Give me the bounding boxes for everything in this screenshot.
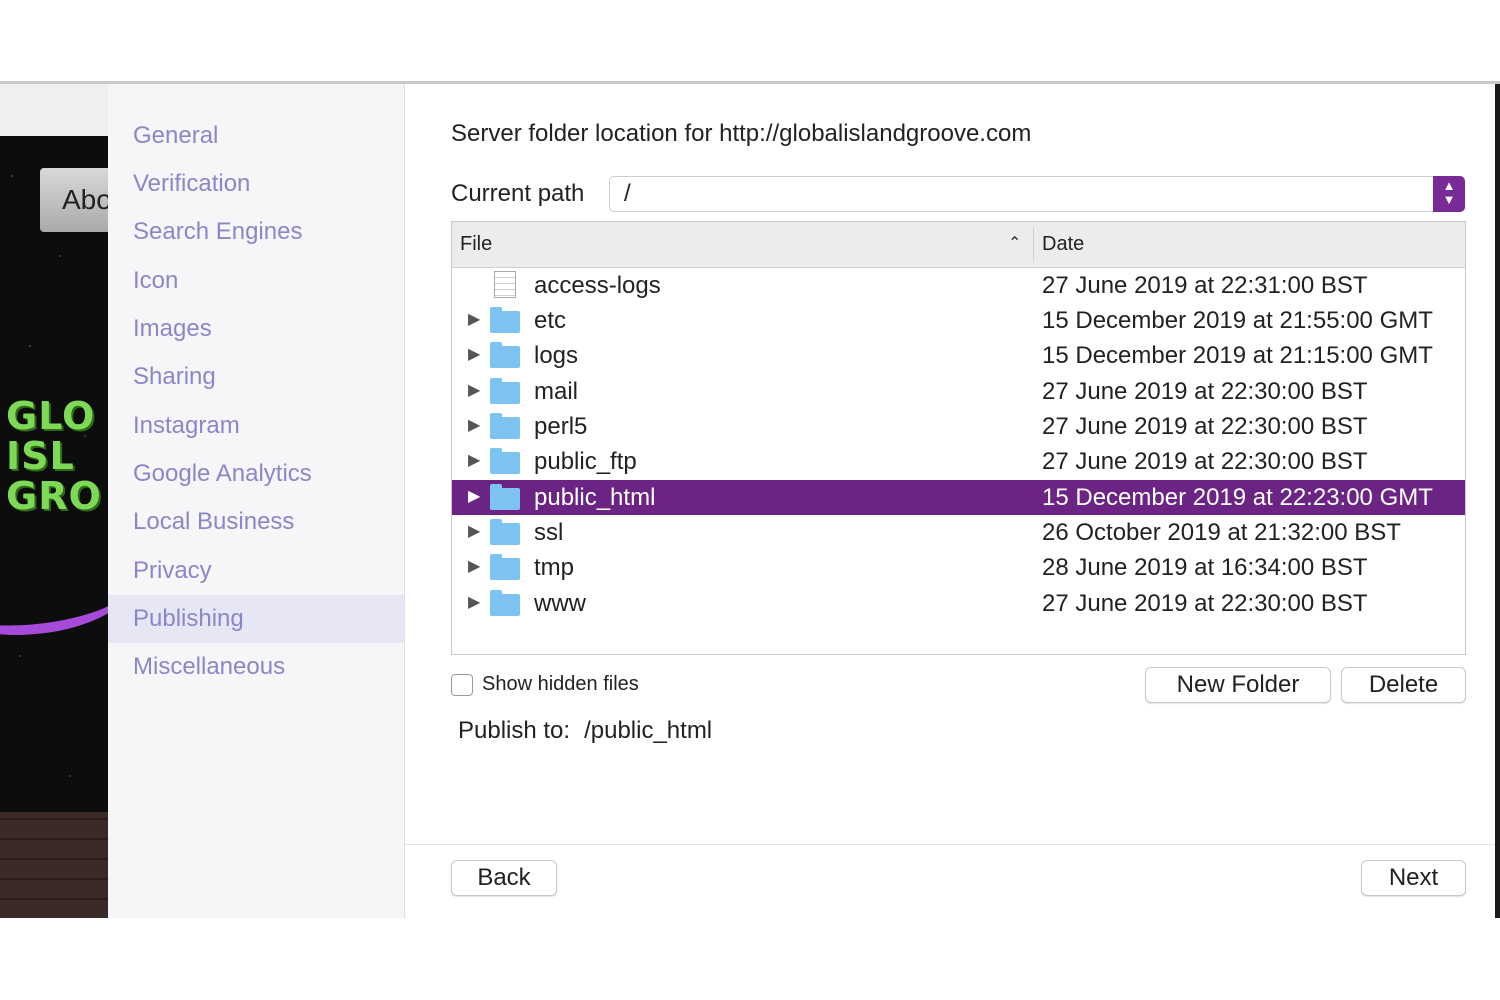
table-row[interactable]: ▶ mail 27 June 2019 at 22:30:00 BST xyxy=(452,374,1465,409)
folder-icon xyxy=(490,554,520,580)
sidebar-item-local-business[interactable]: Local Business xyxy=(108,498,404,546)
next-button[interactable]: Next xyxy=(1361,860,1466,896)
table-row[interactable]: ▶ logs 15 December 2019 at 21:15:00 GMT xyxy=(452,338,1465,373)
folder-icon xyxy=(490,307,520,333)
background-about-tab[interactable]: Abo xyxy=(40,168,108,232)
sidebar-item-privacy[interactable]: Privacy xyxy=(108,547,404,595)
column-header-date[interactable]: Date xyxy=(1042,233,1084,256)
file-table: File ⌃ Date access-logs 27 June 2019 at … xyxy=(451,221,1466,655)
column-divider[interactable] xyxy=(1033,228,1034,261)
disclosure-triangle-icon[interactable]: ▶ xyxy=(468,450,480,470)
file-name: public_html xyxy=(534,484,656,511)
file-name: tmp xyxy=(534,554,575,581)
table-row[interactable]: ▶ ssl 26 October 2019 at 21:32:00 BST xyxy=(452,515,1465,550)
background-site-logo: GLO ISL GRO xyxy=(6,396,102,516)
folder-icon xyxy=(490,378,520,404)
logo-line: ISL xyxy=(6,434,75,478)
disclosure-triangle-icon[interactable]: ▶ xyxy=(468,521,480,541)
publish-to-line: Publish to: /public_html xyxy=(458,717,712,745)
file-name: etc xyxy=(534,307,567,334)
table-row[interactable]: ▶ public_ftp 27 June 2019 at 22:30:00 BS… xyxy=(452,444,1465,479)
back-button[interactable]: Back xyxy=(451,860,557,896)
file-icon xyxy=(494,271,516,298)
table-row[interactable]: ▶ perl5 27 June 2019 at 22:30:00 BST xyxy=(452,409,1465,444)
disclosure-triangle-icon[interactable]: ▶ xyxy=(468,309,480,329)
sidebar-item-miscellaneous[interactable]: Miscellaneous xyxy=(108,643,404,691)
page-title: Server folder location for http://global… xyxy=(451,120,1032,147)
file-name: ssl xyxy=(534,519,564,546)
file-date: 26 October 2019 at 21:32:00 BST xyxy=(1042,519,1401,546)
file-name: perl5 xyxy=(534,413,588,440)
sidebar-item-google-analytics[interactable]: Google Analytics xyxy=(108,450,404,498)
publish-to-value: /public_html xyxy=(584,717,713,744)
settings-sidebar: General Verification Search Engines Icon… xyxy=(108,84,405,918)
sidebar-item-publishing[interactable]: Publishing xyxy=(108,595,404,643)
sidebar-item-icon[interactable]: Icon xyxy=(108,257,404,305)
folder-icon xyxy=(490,519,520,545)
logo-line: GRO xyxy=(6,474,102,518)
file-name: www xyxy=(534,590,586,617)
sidebar-item-general[interactable]: General xyxy=(108,112,404,160)
file-date: 27 June 2019 at 22:30:00 BST xyxy=(1042,448,1368,475)
table-row[interactable]: ▶ tmp 28 June 2019 at 16:34:00 BST xyxy=(452,550,1465,585)
file-name: public_ftp xyxy=(534,448,637,475)
background-app-window: Abo GLO ISL GRO xyxy=(0,84,108,918)
bottom-margin xyxy=(0,918,1500,1000)
brick-wall-background xyxy=(0,812,108,918)
logo-line: GLO xyxy=(6,394,96,438)
publish-to-label: Publish to: xyxy=(458,717,571,744)
show-hidden-files-label[interactable]: Show hidden files xyxy=(482,673,639,696)
file-name: access-logs xyxy=(534,272,661,299)
current-path-value: / xyxy=(624,180,631,207)
table-header: File ⌃ Date xyxy=(452,222,1465,268)
disclosure-triangle-icon[interactable]: ▶ xyxy=(468,592,480,612)
sidebar-item-sharing[interactable]: Sharing xyxy=(108,353,404,401)
window-right-edge xyxy=(1495,84,1500,918)
file-date: 15 December 2019 at 21:15:00 GMT xyxy=(1042,342,1433,369)
chevron-up-down-icon[interactable]: ▲ ▼ xyxy=(1433,176,1465,212)
folder-icon xyxy=(490,342,520,368)
top-margin xyxy=(0,0,1500,81)
file-date: 28 June 2019 at 16:34:00 BST xyxy=(1042,554,1368,581)
disclosure-triangle-icon[interactable]: ▶ xyxy=(468,415,480,435)
folder-icon xyxy=(490,484,520,510)
file-name: mail xyxy=(534,378,579,405)
new-folder-button[interactable]: New Folder xyxy=(1145,667,1331,703)
current-path-select[interactable]: / ▲ ▼ xyxy=(609,176,1465,212)
sidebar-item-instagram[interactable]: Instagram xyxy=(108,402,404,450)
delete-button[interactable]: Delete xyxy=(1341,667,1466,703)
file-date: 27 June 2019 at 22:30:00 BST xyxy=(1042,413,1368,440)
column-header-file[interactable]: File xyxy=(460,233,492,256)
table-row[interactable]: access-logs 27 June 2019 at 22:31:00 BST xyxy=(452,268,1465,303)
folder-icon xyxy=(490,413,520,439)
folder-icon xyxy=(490,590,520,616)
file-date: 27 June 2019 at 22:30:00 BST xyxy=(1042,590,1368,617)
table-row[interactable]: ▶ etc 15 December 2019 at 21:55:00 GMT xyxy=(452,303,1465,338)
file-date: 15 December 2019 at 21:55:00 GMT xyxy=(1042,307,1433,334)
footer-divider xyxy=(405,844,1495,845)
disclosure-triangle-icon[interactable]: ▶ xyxy=(468,486,480,506)
table-row[interactable]: ▶ www 27 June 2019 at 22:30:00 BST xyxy=(452,586,1465,621)
table-row-selected[interactable]: ▶ public_html 15 December 2019 at 22:23:… xyxy=(452,480,1465,515)
sidebar-item-verification[interactable]: Verification xyxy=(108,160,404,208)
sidebar-item-search-engines[interactable]: Search Engines xyxy=(108,208,404,256)
current-path-label: Current path xyxy=(451,180,585,207)
file-name: logs xyxy=(534,342,579,369)
starfield-background xyxy=(0,136,108,918)
background-app-toolbar xyxy=(0,84,108,136)
publishing-panel: Server folder location for http://global… xyxy=(405,84,1495,918)
file-date: 15 December 2019 at 22:23:00 GMT xyxy=(1042,484,1433,511)
disclosure-triangle-icon[interactable]: ▶ xyxy=(468,556,480,576)
file-date: 27 June 2019 at 22:31:00 BST xyxy=(1042,272,1368,299)
show-hidden-files-checkbox[interactable] xyxy=(451,674,473,696)
disclosure-triangle-icon[interactable]: ▶ xyxy=(468,344,480,364)
file-date: 27 June 2019 at 22:30:00 BST xyxy=(1042,378,1368,405)
sort-ascending-icon: ⌃ xyxy=(1008,235,1022,252)
sidebar-item-images[interactable]: Images xyxy=(108,305,404,353)
folder-icon xyxy=(490,448,520,474)
disclosure-triangle-icon[interactable]: ▶ xyxy=(468,380,480,400)
